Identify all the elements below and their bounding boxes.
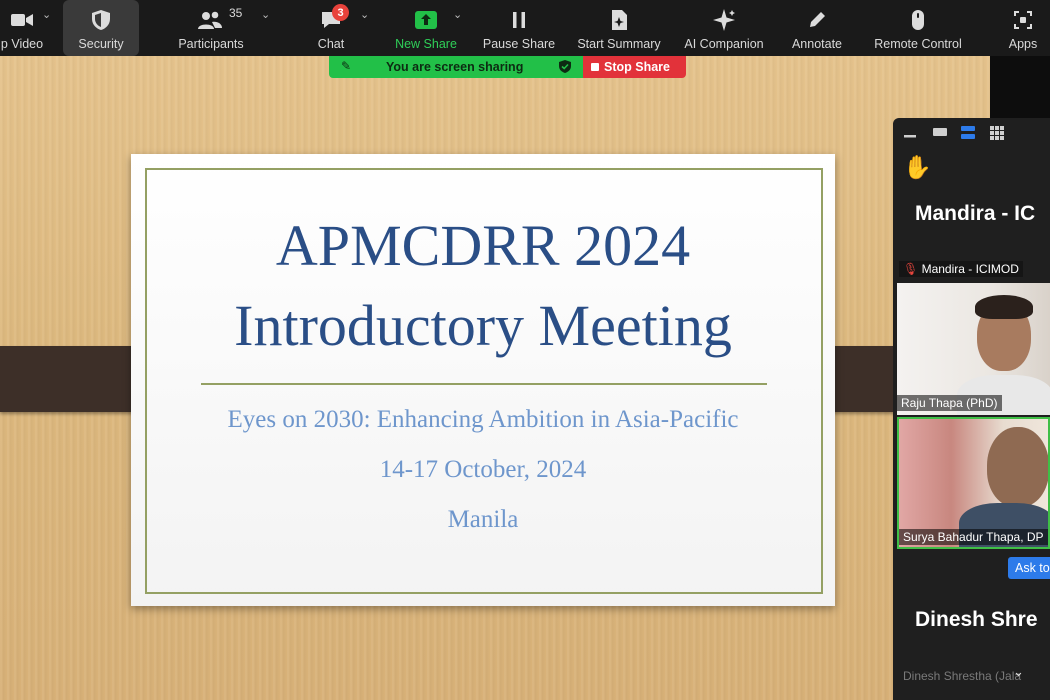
screen-edge	[990, 56, 1050, 118]
annotate-button[interactable]: Annotate	[783, 0, 851, 56]
active-speaker-name: Mandira - IC	[915, 202, 1036, 225]
participant-label-dinesh: Dinesh Shrestha (Jala	[903, 669, 1022, 683]
filmstrip-icon[interactable]	[961, 126, 975, 143]
participant-name-dinesh: Dinesh Shre	[915, 608, 1038, 631]
slide-location: Manila	[447, 506, 519, 533]
share-arrow-icon	[413, 8, 439, 32]
sparkle-icon	[711, 8, 737, 32]
security-button[interactable]: Security	[63, 0, 139, 56]
stop-icon	[591, 63, 599, 71]
pause-share-button[interactable]: Pause Share	[481, 0, 557, 56]
ai-companion-button[interactable]: AI Companion	[678, 0, 770, 56]
panel-header	[893, 118, 1050, 150]
mouse-icon	[905, 8, 931, 32]
stop-share-button[interactable]: Stop Share	[583, 56, 686, 78]
speaker-view-icon[interactable]	[933, 126, 947, 141]
participant-video-raju[interactable]: Raju Thapa (PhD)	[897, 283, 1050, 415]
apps-icon	[1010, 8, 1036, 32]
apps-button[interactable]: Apps	[1000, 0, 1046, 56]
slide-divider	[201, 383, 767, 385]
ask-to-unmute-button[interactable]: Ask to	[1008, 557, 1050, 579]
chat-button[interactable]: Chat	[305, 0, 357, 56]
video-options-caret[interactable]: ⌄	[42, 8, 51, 21]
gallery-grid-icon[interactable]	[990, 126, 1004, 143]
slide-title-line1: APMCDRR 2024	[275, 213, 691, 278]
slide-dates: 14-17 October, 2024	[379, 456, 587, 483]
participant-video-panel: ✋ Mandira - IC 🎙 Mandira - ICIMOD Raju T…	[893, 118, 1050, 700]
participant-hair	[975, 295, 1033, 319]
participant-label-surya: Surya Bahadur Thapa, DP	[899, 529, 1048, 545]
chat-caret[interactable]: ⌄	[360, 8, 369, 21]
participants-caret[interactable]: ⌄	[261, 8, 270, 21]
screen-sharing-banner: ✎ You are screen sharing Stop Share	[329, 56, 686, 78]
summary-icon	[606, 8, 632, 32]
pencil-icon	[804, 8, 830, 32]
start-summary-button[interactable]: Start Summary	[572, 0, 666, 56]
raised-hand-icon: ✋	[903, 154, 932, 180]
participant-label-raju: Raju Thapa (PhD)	[897, 395, 1002, 411]
minimize-icon[interactable]	[904, 122, 916, 141]
pause-icon	[506, 8, 532, 32]
presentation-slide: APMCDRR 2024 Introductory Meeting Eyes o…	[131, 154, 835, 606]
sharing-status[interactable]: ✎ You are screen sharing	[329, 56, 583, 78]
meeting-toolbar: p Video ⌄ Security Participants 35 ⌄ Cha…	[0, 0, 1050, 56]
chevron-down-icon[interactable]: ⌄	[1013, 664, 1024, 680]
muted-mic-icon: 🎙	[903, 262, 919, 276]
share-caret[interactable]: ⌄	[453, 8, 462, 21]
speaker-tile-label: 🎙 Mandira - ICIMOD	[899, 261, 1023, 277]
secure-shield-icon	[559, 60, 571, 76]
participant-face	[987, 427, 1048, 507]
pin-icon: ✎	[341, 59, 352, 73]
participants-icon	[197, 8, 223, 32]
sharing-status-text: You are screen sharing	[386, 60, 524, 74]
slide-title-line2: Introductory Meeting	[234, 293, 732, 358]
participant-video-surya[interactable]: Surya Bahadur Thapa, DP	[897, 417, 1050, 549]
slide-subtitle: Eyes on 2030: Enhancing Ambition in Asia…	[227, 406, 739, 433]
video-camera-icon	[9, 8, 35, 32]
remote-control-button[interactable]: Remote Control	[866, 0, 970, 56]
participant-count: 35	[229, 6, 243, 20]
shield-icon	[88, 8, 114, 32]
stop-share-label: Stop Share	[604, 60, 670, 74]
chat-unread-badge: 3	[332, 4, 349, 21]
